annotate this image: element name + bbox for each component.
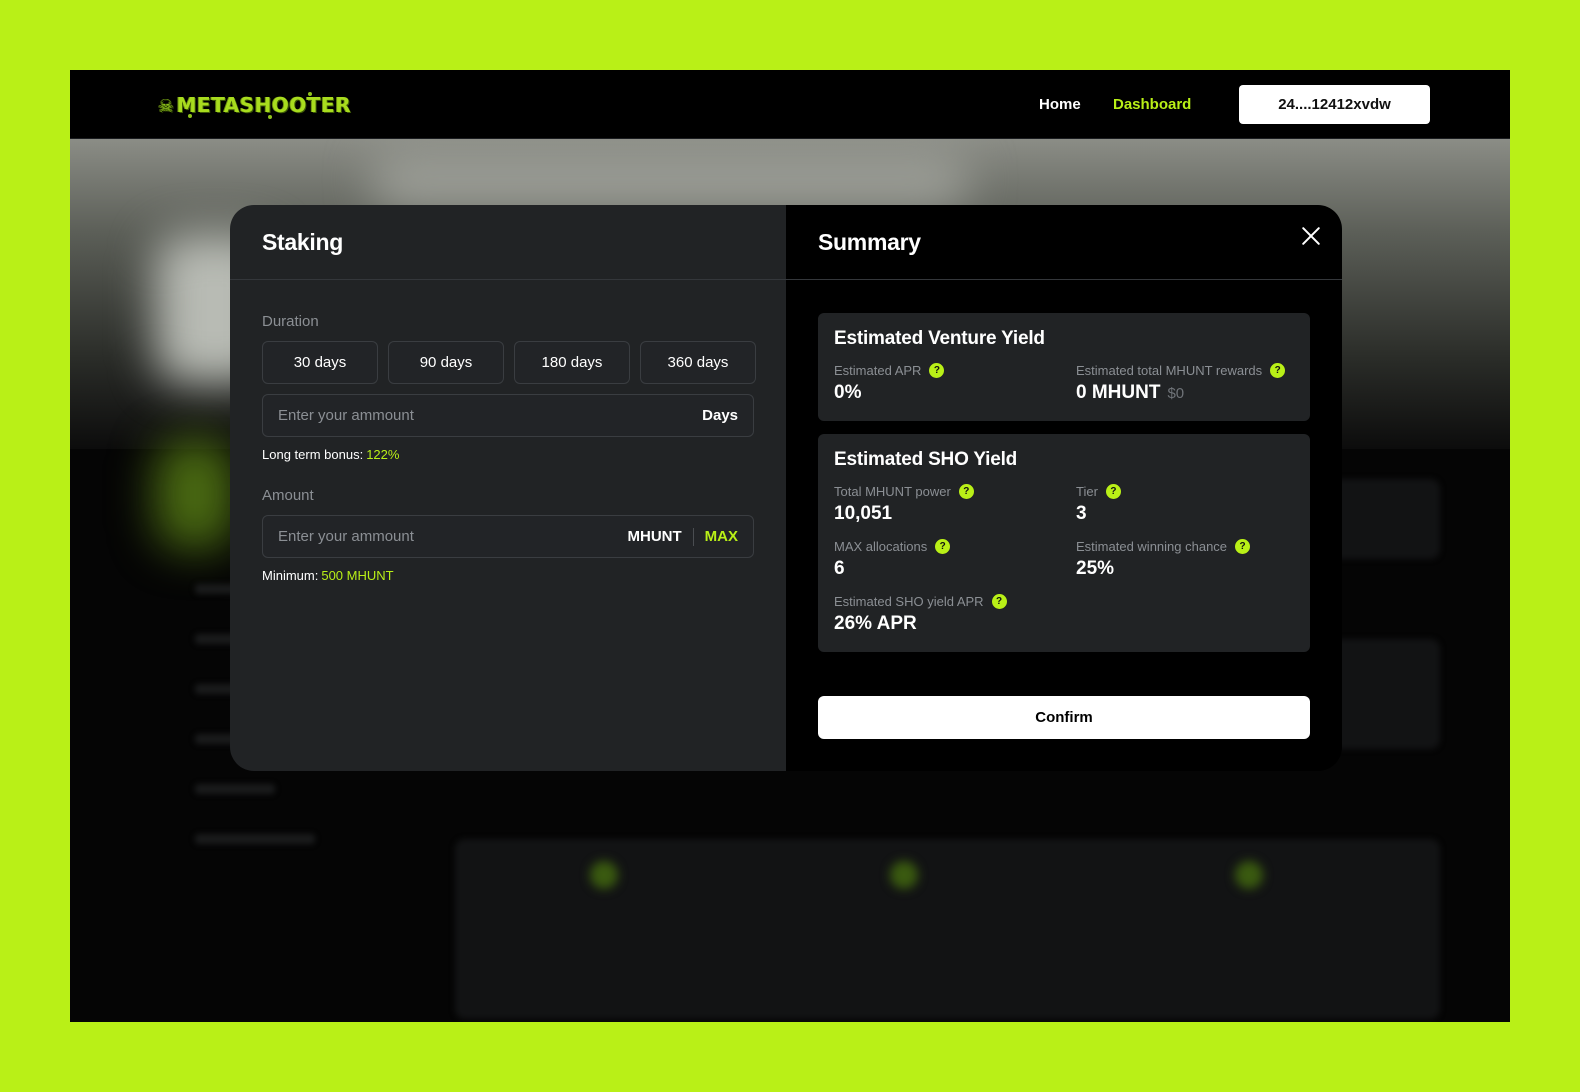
help-icon[interactable]: ? [958,483,974,499]
minimum-value: 500 MHUNT [321,568,394,583]
mhunt-rewards-stat: Estimated total MHUNT rewards? 0 MHUNT $0 [1076,361,1286,404]
amount-input-box: MHUNT MAX [262,515,754,558]
venture-yield-title: Estimated Venture Yield [834,328,1045,349]
estimated-apr-value: 0% [834,382,862,403]
nav-home-link[interactable]: Home [1039,95,1081,115]
minimum-amount: Minimum: 500 MHUNT [262,568,394,583]
help-icon[interactable]: ? [1235,538,1251,554]
status-dot [890,861,918,889]
winning-chance-label: Estimated winning chance [1076,538,1228,554]
mhunt-rewards-label: Estimated total MHUNT rewards [1076,362,1263,378]
tier-value: 3 [1076,503,1087,524]
duration-30-days-button[interactable]: 30 days [262,341,378,384]
staking-panel: Staking Duration 30 days 90 days 180 day… [230,205,786,771]
summary-header: Summary [786,205,1342,280]
total-mhunt-power-value: 10,051 [834,503,893,524]
amount-label: Amount [262,487,314,504]
minimum-label: Minimum: [262,568,319,583]
sho-yield-apr-label: Estimated SHO yield APR [834,593,984,609]
duration-label: Duration [262,313,319,330]
status-dot [590,861,618,889]
bonus-value: 122% [366,447,400,462]
estimated-apr-label: Estimated APR [834,362,922,378]
tier-label: Tier [1076,483,1098,499]
logo-splat-icon [188,114,192,118]
logo-splat-icon [268,115,272,119]
help-icon[interactable]: ? [1270,362,1286,378]
wallet-address-button[interactable]: 24....12412xvdw [1239,85,1430,124]
winning-chance-stat: Estimated winning chance? 25% [1076,537,1251,580]
winning-chance-value: 25% [1076,558,1115,579]
tier-stat: Tier? 3 [1076,482,1121,525]
venture-yield-card: Estimated Venture Yield Estimated APR? 0… [818,313,1310,421]
summary-panel: Summary Estimated Venture Yield Estimate… [786,205,1342,771]
max-button[interactable]: MAX [705,528,753,545]
duration-options: 30 days 90 days 180 days 360 days [262,341,756,384]
max-allocations-label: MAX allocations [834,538,928,554]
staking-header: Staking [230,205,786,280]
amount-input[interactable] [263,516,628,557]
close-icon[interactable] [1300,225,1322,247]
days-input-box: Days [262,394,754,437]
sho-yield-apr-value: 26% APR [834,613,917,634]
staking-modal: Staking Duration 30 days 90 days 180 day… [230,205,1342,771]
top-navbar: ☠ METASHOOTER Home Dashboard 24....12412x… [70,70,1510,139]
sho-yield-card: Estimated SHO Yield Total MHUNT power? 1… [818,434,1310,652]
sidebar-item [195,834,315,844]
logo-splat-icon [308,92,312,96]
total-mhunt-power-label: Total MHUNT power [834,483,951,499]
mhunt-rewards-value: 0 MHUNT [1076,382,1161,403]
mhunt-rewards-usd: $0 [1167,385,1185,402]
help-icon[interactable]: ? [991,593,1007,609]
total-mhunt-power-stat: Total MHUNT power? 10,051 [834,482,974,525]
help-icon[interactable]: ? [935,538,951,554]
status-dot [1235,861,1263,889]
long-term-bonus: Long term bonus: 122% [262,447,399,462]
sho-yield-title: Estimated SHO Yield [834,449,1018,470]
hero-graphic [155,439,235,549]
max-allocations-stat: MAX allocations? 6 [834,537,951,580]
logo-text: METASHOOTER [176,93,352,117]
metashooter-logo[interactable]: ☠ METASHOOTER [158,90,351,120]
days-input[interactable] [263,395,703,436]
mhunt-unit-label: MHUNT [627,528,682,545]
logo-skull-icon: ☠ [158,96,175,117]
estimated-apr-stat: Estimated APR? 0% [834,361,945,404]
help-icon[interactable]: ? [1105,483,1121,499]
duration-90-days-button[interactable]: 90 days [388,341,504,384]
confirm-button[interactable]: Confirm [818,696,1310,739]
nav-dashboard-link[interactable]: Dashboard [1113,95,1191,115]
days-unit-label: Days [702,407,738,424]
summary-title: Summary [818,229,921,255]
app-frame: ☠ METASHOOTER Home Dashboard 24....12412x… [70,70,1510,1022]
hero-graphic [370,149,970,209]
divider [692,527,694,546]
sho-yield-apr-stat: Estimated SHO yield APR? 26% APR [834,592,1007,635]
duration-360-days-button[interactable]: 360 days [640,341,756,384]
staking-title: Staking [262,229,343,255]
help-icon[interactable]: ? [929,362,945,378]
duration-180-days-button[interactable]: 180 days [514,341,630,384]
max-allocations-value: 6 [834,558,845,579]
sidebar-item [195,784,275,794]
bonus-label: Long term bonus: [262,447,364,462]
